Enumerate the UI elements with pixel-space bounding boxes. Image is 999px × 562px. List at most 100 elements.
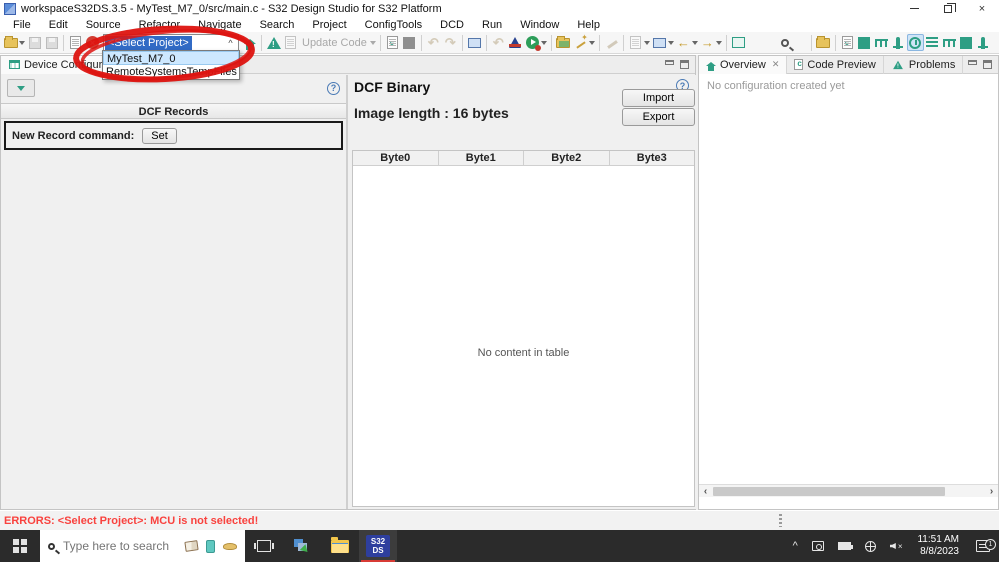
update-code-caret-icon — [369, 41, 376, 48]
minimize-view-icon[interactable] — [968, 60, 977, 65]
taskbar-clock[interactable]: 11:51 AM 8/8/2023 — [909, 534, 967, 558]
run-icon[interactable] — [524, 34, 541, 51]
search-icon[interactable] — [777, 34, 794, 51]
taskbar-search[interactable] — [40, 530, 245, 562]
column-byte1[interactable]: Byte1 — [439, 151, 524, 165]
column-byte2[interactable]: Byte2 — [524, 151, 610, 165]
file-explorer-button[interactable] — [321, 530, 359, 562]
external-tools-icon[interactable] — [572, 33, 589, 51]
pin-perspective-icon[interactable] — [890, 34, 907, 51]
tray-volume-button[interactable]: × — [883, 542, 910, 551]
column-byte0[interactable]: Byte0 — [353, 151, 439, 165]
run-caret-icon[interactable] — [540, 41, 547, 48]
dropdown-option-mytest[interactable]: MyTest_M7_0 — [103, 51, 239, 65]
task-view-button[interactable] — [245, 530, 283, 562]
routing-perspective-icon[interactable] — [941, 34, 958, 51]
menu-help[interactable]: Help — [568, 19, 609, 31]
expand-collapse-button[interactable] — [7, 79, 35, 97]
home-icon[interactable] — [241, 34, 258, 51]
new-record-row: New Record command: Set — [4, 121, 343, 150]
column-byte3[interactable]: Byte3 — [610, 151, 695, 165]
code-file-icon[interactable]: c — [384, 34, 401, 51]
remote-app-button[interactable] — [283, 530, 321, 562]
error-decorator-icon: × — [84, 34, 101, 51]
back-icon[interactable]: ← — [675, 34, 692, 51]
restore-button[interactable] — [931, 1, 965, 17]
menu-project[interactable]: Project — [303, 19, 355, 31]
menu-dcd[interactable]: DCD — [431, 19, 473, 31]
horizontal-scrollbar[interactable]: ‹ › — [699, 484, 998, 497]
search-input[interactable] — [63, 539, 177, 553]
list-perspective-icon[interactable] — [924, 34, 941, 51]
link-editor-icon[interactable] — [730, 34, 747, 51]
save-icon[interactable] — [26, 34, 43, 51]
set-button[interactable]: Set — [142, 127, 177, 144]
menu-source[interactable]: Source — [77, 19, 130, 31]
menu-refactor[interactable]: Refactor — [130, 19, 190, 31]
signal-perspective-icon[interactable] — [873, 34, 890, 51]
pin2-perspective-icon[interactable] — [975, 34, 992, 51]
undo-icon[interactable]: ↶ — [425, 34, 442, 51]
tray-battery-button[interactable] — [831, 542, 858, 550]
import-trace-caret-icon[interactable] — [643, 41, 650, 48]
back-caret-icon[interactable] — [691, 41, 698, 48]
minimize-button[interactable] — [897, 1, 931, 17]
combo-collapse-icon[interactable]: ^ — [223, 38, 238, 48]
redo-icon[interactable]: ↷ — [442, 34, 459, 51]
notification-center-button[interactable]: 1 — [967, 539, 999, 552]
tray-network-button[interactable] — [858, 540, 883, 552]
forward-caret-icon[interactable] — [715, 41, 722, 48]
update-code-file-icon — [282, 34, 299, 51]
scrollbar-thumb[interactable] — [713, 486, 945, 496]
open-project-icon[interactable] — [555, 34, 572, 51]
status-error-text: ERRORS: <Select Project>: MCU is not sel… — [4, 514, 259, 527]
start-button[interactable] — [0, 530, 40, 562]
maximize-view-icon[interactable] — [983, 60, 992, 69]
tray-expand-button[interactable]: ^ — [786, 540, 805, 552]
export-button[interactable]: Export — [622, 108, 695, 126]
update-code-button[interactable]: Update Code — [282, 34, 377, 51]
new-window-caret-icon[interactable] — [667, 41, 674, 48]
maximize-view-icon[interactable] — [680, 60, 689, 69]
new-wizard-caret-icon[interactable] — [19, 41, 25, 48]
help-icon[interactable]: ? — [327, 81, 340, 95]
import-trace-icon[interactable] — [627, 34, 644, 51]
save-all-icon[interactable] — [43, 34, 60, 51]
analysis-icon[interactable] — [507, 34, 524, 51]
warning-icon[interactable] — [265, 34, 282, 51]
scroll-left-icon[interactable]: ‹ — [699, 486, 712, 497]
minimize-view-icon[interactable] — [665, 60, 674, 65]
forward-icon[interactable]: → — [699, 34, 716, 51]
refresh-icon[interactable]: ↶ — [490, 34, 507, 51]
peripherals-perspective-icon[interactable] — [958, 34, 975, 51]
chip-perspective-icon[interactable] — [856, 34, 873, 51]
menu-edit[interactable]: Edit — [40, 19, 77, 31]
tab-problems[interactable]: Problems — [884, 55, 964, 74]
new-window-icon[interactable] — [651, 34, 668, 51]
close-tab-icon[interactable]: ✕ — [772, 59, 780, 70]
menu-file[interactable]: File — [4, 19, 40, 31]
menu-navigate[interactable]: Navigate — [189, 19, 250, 31]
tray-monitor-button[interactable] — [805, 541, 831, 551]
new-wizard-icon[interactable] — [2, 34, 19, 51]
dropdown-option-remotesystems[interactable]: RemoteSystemsTempFiles — [103, 65, 239, 79]
open-perspective-icon[interactable] — [815, 34, 832, 51]
menu-window[interactable]: Window — [511, 19, 568, 31]
clock-perspective-icon[interactable] — [906, 34, 924, 51]
menu-configtools[interactable]: ConfigTools — [356, 19, 431, 31]
mark-occurrences-icon[interactable] — [603, 34, 620, 51]
external-tools-caret-icon[interactable] — [588, 41, 595, 48]
tab-code-preview[interactable]: Code Preview — [787, 55, 884, 74]
menu-search[interactable]: Search — [251, 19, 304, 31]
cpp-perspective-icon[interactable]: c — [839, 34, 856, 51]
statusbar-drag-handle[interactable] — [779, 514, 782, 527]
scroll-right-icon[interactable]: › — [985, 486, 998, 497]
console-icon[interactable] — [466, 34, 483, 51]
project-select-combo[interactable]: <Select Project> ^ — [103, 34, 239, 51]
menu-run[interactable]: Run — [473, 19, 511, 31]
tab-overview[interactable]: Overview ✕ — [699, 55, 788, 74]
close-button[interactable]: × — [965, 1, 999, 17]
import-button[interactable]: Import — [622, 89, 695, 107]
dcf-file-icon[interactable] — [67, 34, 84, 51]
s32ds-app-button[interactable]: S32 DS — [359, 530, 397, 562]
